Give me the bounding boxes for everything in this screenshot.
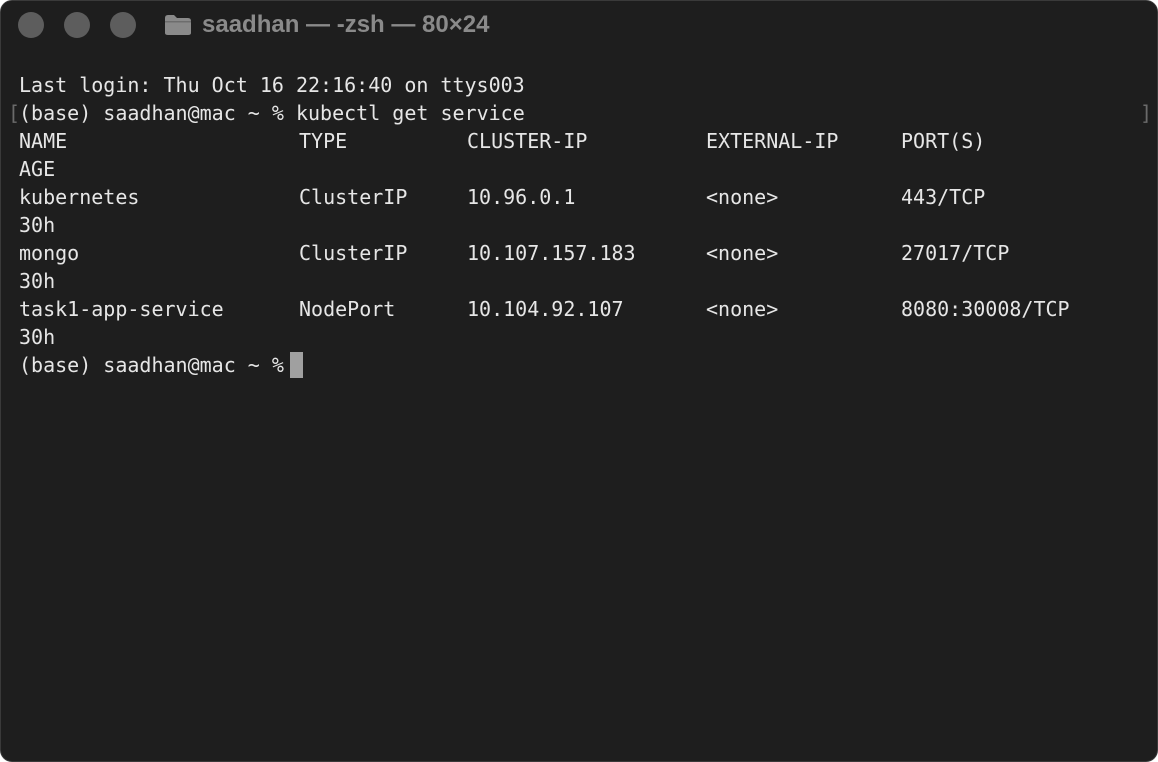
close-button[interactable] [18, 12, 44, 38]
command-text: kubectl get service [295, 101, 525, 125]
row-name: kubernetes [19, 185, 140, 209]
folder-icon [165, 15, 191, 35]
last-login-line: Last login: Thu Oct 16 22:16:40 on ttys0… [19, 73, 525, 97]
table-header: NAME TYPE CLUSTER-IP EXTERNAL-IP PORT(S) [19, 127, 985, 155]
row-ports: 8080:30008/TCP [901, 297, 1070, 321]
row-age: 30h [19, 269, 56, 293]
title-bar[interactable]: saadhan — -zsh — 80×24 [1, 1, 1157, 51]
row-type: ClusterIP [299, 241, 408, 265]
row-external-ip: <none> [706, 241, 779, 265]
row-age-wrap: 30h [19, 267, 525, 295]
header-external-ip: EXTERNAL-IP [706, 129, 839, 153]
header-cluster-ip: CLUSTER-IP [467, 129, 588, 153]
window-title-text: saadhan — -zsh — 80×24 [202, 11, 490, 38]
terminal-window: saadhan — -zsh — 80×24 [ ] Last login: T… [0, 0, 1158, 762]
table-row: mongo ClusterIP 10.107.157.183 <none> 27… [19, 239, 1009, 267]
row-external-ip: <none> [706, 297, 779, 321]
header-type: TYPE [299, 129, 348, 153]
row-external-ip: <none> [706, 185, 779, 209]
line-mark-right: ] [1140, 101, 1153, 125]
text-cursor [289, 352, 303, 378]
header-ports: PORT(S) [901, 129, 986, 153]
row-age-wrap: 30h [19, 323, 525, 351]
row-ports: 443/TCP [901, 185, 986, 209]
row-name: mongo [19, 241, 80, 265]
terminal-output[interactable]: Last login: Thu Oct 16 22:16:40 on ttys0… [19, 71, 1070, 379]
row-type: ClusterIP [299, 185, 408, 209]
table-row: kubernetes ClusterIP 10.96.0.1 <none> 44… [19, 183, 985, 211]
prompt: (base) saadhan@mac ~ % [19, 101, 284, 125]
header-name: NAME [19, 129, 68, 153]
window-title: saadhan — -zsh — 80×24 [164, 10, 489, 40]
row-cluster-ip: 10.96.0.1 [467, 185, 576, 209]
table-row: task1-app-service NodePort 10.104.92.107… [19, 295, 1070, 323]
row-name: task1-app-service [19, 297, 224, 321]
row-ports: 27017/TCP [901, 241, 1010, 265]
row-cluster-ip: 10.107.157.183 [467, 241, 636, 265]
command-line: (base) saadhan@mac ~ % kubectl get servi… [19, 99, 525, 127]
zoom-button[interactable] [110, 12, 136, 38]
header-age-wrap: AGE [19, 155, 525, 183]
row-type: NodePort [299, 297, 396, 321]
row-age: 30h [19, 213, 56, 237]
current-prompt-line[interactable]: (base) saadhan@mac ~ % [19, 351, 525, 379]
row-cluster-ip: 10.104.92.107 [467, 297, 624, 321]
row-age: 30h [19, 325, 56, 349]
current-prompt: (base) saadhan@mac ~ % [19, 353, 284, 377]
row-age-wrap: 30h [19, 211, 525, 239]
minimize-button[interactable] [64, 12, 90, 38]
header-age: AGE [19, 157, 56, 181]
